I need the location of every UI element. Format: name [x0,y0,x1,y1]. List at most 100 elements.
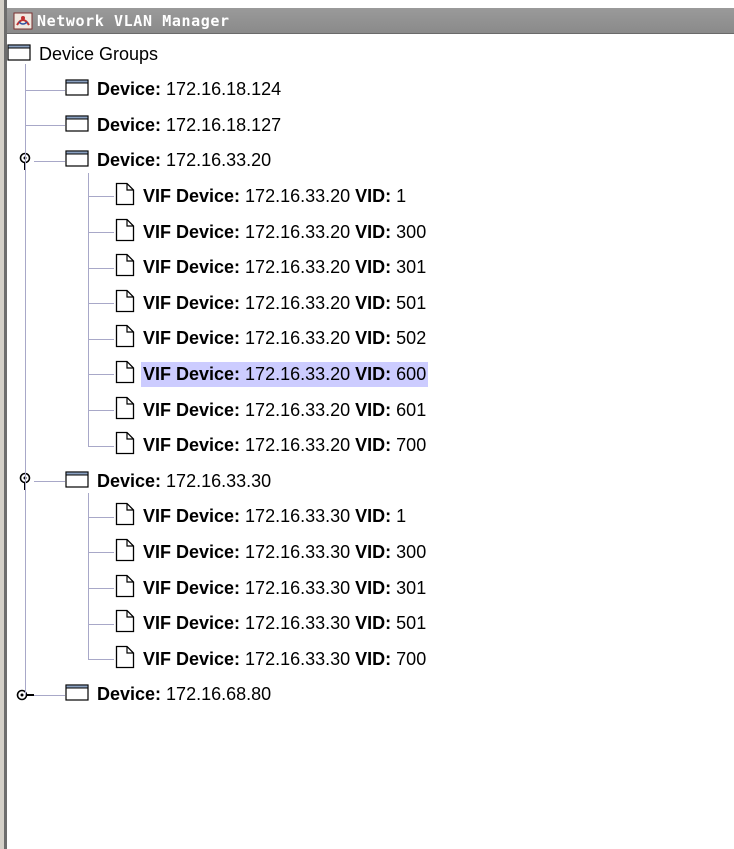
vif-ip: 172.16.33.30 [245,613,356,634]
java-app-icon [13,12,33,30]
vid-prefix: VID: [355,363,397,384]
vid-prefix: VID: [355,577,397,598]
vid-value: 1 [396,506,407,527]
vif-node[interactable]: VIF Device: 172.16.33.20 VID: 1 [115,181,408,211]
device-prefix: Device: [97,684,167,705]
vif-prefix: VIF Device: [143,506,246,527]
tree-connector-line [25,125,65,127]
file-icon [115,360,135,389]
vif-prefix: VIF Device: [143,292,246,313]
vif-ip: 172.16.33.20 [245,185,356,206]
vif-node[interactable]: VIF Device: 172.16.33.20 VID: 300 [115,217,428,247]
vif-node[interactable]: VIF Device: 172.16.33.20 VID: 600 [115,359,429,389]
vif-ip: 172.16.33.20 [245,363,356,384]
folder-icon [65,470,89,493]
tree-connector-line [88,445,114,447]
vif-node[interactable]: VIF Device: 172.16.33.30 VID: 1 [115,502,408,532]
vid-value: 1 [396,185,407,206]
device-ip: 172.16.18.124 [166,79,282,100]
folder-icon [7,43,31,66]
vif-node[interactable]: VIF Device: 172.16.33.30 VID: 301 [115,573,428,603]
vif-prefix: VIF Device: [143,328,246,349]
vif-ip: 172.16.33.30 [245,541,356,562]
device-node[interactable]: Device: 172.16.33.20 [65,146,273,176]
vid-value: 600 [396,363,427,384]
vid-value: 300 [396,221,427,242]
vif-prefix: VIF Device: [143,363,246,384]
folder-icon [65,683,89,706]
vif-node-label: VIF Device: 172.16.33.20 VID: 501 [141,291,428,316]
vif-node-label: VIF Device: 172.16.33.20 VID: 502 [141,326,428,351]
vid-prefix: VID: [355,399,397,420]
vif-ip: 172.16.33.20 [245,328,356,349]
vif-node[interactable]: VIF Device: 172.16.33.20 VID: 700 [115,431,428,461]
device-node-label: Device: 172.16.18.124 [95,77,283,102]
vif-ip: 172.16.33.30 [245,648,356,669]
vid-value: 501 [396,292,427,313]
device-node-label: Device: 172.16.18.127 [95,113,283,138]
vid-prefix: VID: [355,648,397,669]
vif-node-label: VIF Device: 172.16.33.30 VID: 700 [141,647,428,672]
root-node-label: Device Groups [37,42,160,67]
tree-connector-line [88,267,114,269]
vif-node[interactable]: VIF Device: 172.16.33.20 VID: 301 [115,253,428,283]
vif-prefix: VIF Device: [143,399,246,420]
vif-node[interactable]: VIF Device: 172.16.33.20 VID: 502 [115,324,428,354]
tree-connector-line [88,623,114,625]
tree-connector-line [88,374,114,376]
vid-prefix: VID: [355,541,397,562]
vif-prefix: VIF Device: [143,541,246,562]
vif-node[interactable]: VIF Device: 172.16.33.20 VID: 501 [115,288,428,318]
vif-ip: 172.16.33.30 [245,577,356,598]
vif-node-label: VIF Device: 172.16.33.30 VID: 1 [141,504,408,529]
device-ip: 172.16.18.127 [166,114,282,135]
device-prefix: Device: [97,470,167,491]
vid-value: 700 [396,435,427,456]
vid-prefix: VID: [355,257,397,278]
vid-value: 502 [396,328,427,349]
file-icon [115,431,135,460]
device-node[interactable]: Device: 172.16.18.124 [65,75,283,105]
vif-node-label: VIF Device: 172.16.33.30 VID: 300 [141,540,428,565]
vif-prefix: VIF Device: [143,185,246,206]
folder-icon [65,78,89,101]
child-connector-line [88,493,89,660]
device-node-label: Device: 172.16.68.80 [95,682,273,707]
device-node-label: Device: 172.16.33.20 [95,148,273,173]
device-node[interactable]: Device: 172.16.18.127 [65,110,283,140]
root-node[interactable]: Device Groups [7,39,160,69]
file-icon [115,218,135,247]
vid-value: 601 [396,399,427,420]
folder-icon [65,114,89,137]
vif-node[interactable]: VIF Device: 172.16.33.30 VID: 501 [115,609,428,639]
vif-node[interactable]: VIF Device: 172.16.33.30 VID: 300 [115,537,428,567]
application-window: Network VLAN Manager Device Groups Device… [4,0,734,849]
tree-connector-line [88,338,114,340]
vif-node-label: VIF Device: 172.16.33.30 VID: 501 [141,611,428,636]
window-title: Network VLAN Manager [37,11,230,30]
tree-connector-line [88,516,114,518]
vid-value: 501 [396,613,427,634]
title-bar[interactable]: Network VLAN Manager [7,8,734,34]
device-node[interactable]: Device: 172.16.68.80 [65,680,273,710]
vid-value: 300 [396,541,427,562]
vid-prefix: VID: [355,613,397,634]
device-node[interactable]: Device: 172.16.33.30 [65,466,273,496]
child-connector-line [88,172,89,446]
tree-connector-line [88,303,114,305]
vif-node[interactable]: VIF Device: 172.16.33.20 VID: 601 [115,395,428,425]
vif-ip: 172.16.33.20 [245,399,356,420]
vif-node[interactable]: VIF Device: 172.16.33.30 VID: 700 [115,644,428,674]
device-tree[interactable]: Device Groups Device: 172.16.18.124 Device… [7,34,734,849]
file-icon [115,502,135,531]
trunk-connector-line [25,64,26,695]
folder-icon [65,149,89,172]
file-icon [115,182,135,211]
vif-node-label: VIF Device: 172.16.33.20 VID: 300 [141,220,428,245]
tree-connector-line [88,232,114,233]
tree-connector-line [88,552,114,554]
tree-connector-line [88,410,114,411]
device-ip: 172.16.68.80 [166,684,272,705]
vid-prefix: VID: [355,292,397,313]
vif-node-label: VIF Device: 172.16.33.20 VID: 301 [141,255,428,280]
